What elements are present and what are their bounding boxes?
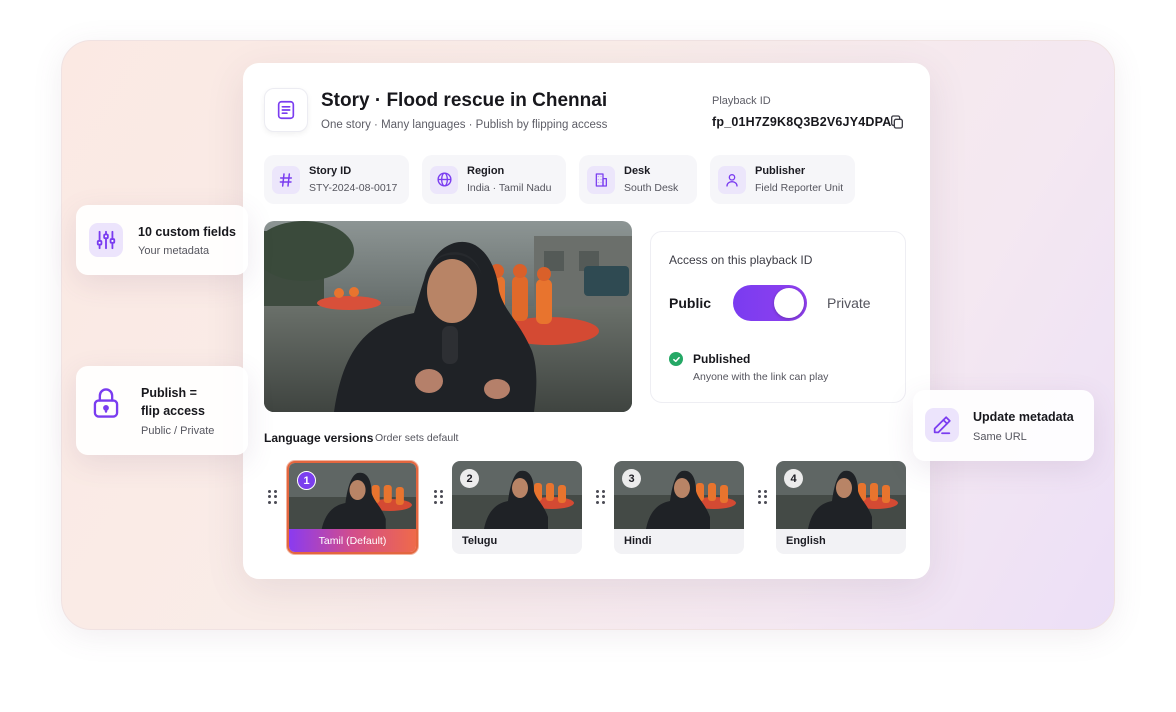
access-title: Access on this playback ID — [669, 253, 813, 267]
callout-title: Publish = — [141, 386, 197, 400]
meta-story-id: Story ID STY-2024-08-0017 — [264, 155, 409, 204]
drag-handle-icon[interactable] — [434, 490, 444, 504]
globe-icon — [430, 165, 458, 194]
language-name: Tamil (Default) — [318, 534, 387, 547]
sliders-icon — [89, 223, 123, 257]
user-icon — [718, 165, 746, 194]
toggle-label-private[interactable]: Private — [827, 295, 871, 311]
callout-title: Update metadata — [973, 410, 1074, 424]
language-card-english[interactable]: 4 English — [776, 461, 906, 554]
meta-desk: Desk South Desk — [579, 155, 697, 204]
pencil-icon — [925, 408, 959, 442]
meta-region: Region India · Tamil Nadu — [422, 155, 566, 204]
language-name: Hindi — [624, 535, 652, 547]
language-order-number: 2 — [460, 469, 479, 488]
callout-subtitle: Same URL — [973, 431, 1027, 443]
status-description: Anyone with the link can play — [693, 371, 829, 383]
meta-label: Story ID — [309, 165, 352, 177]
callout-publish: Publish = flip access Public / Private — [76, 366, 248, 455]
callout-subtitle: Your metadata — [138, 245, 210, 257]
meta-publisher: Publisher Field Reporter Unit — [710, 155, 855, 204]
language-card-tamil[interactable]: 1 Tamil (Default) — [287, 461, 418, 554]
meta-label: Desk — [624, 165, 651, 177]
language-order-number: 4 — [784, 469, 803, 488]
meta-label: Publisher — [755, 165, 806, 177]
callout-title-line2: flip access — [141, 404, 205, 418]
callout-update-metadata: Update metadata Same URL — [913, 390, 1094, 461]
building-icon — [587, 165, 615, 194]
language-card-telugu[interactable]: 2 Telugu — [452, 461, 582, 554]
drag-handle-icon[interactable] — [758, 490, 768, 504]
status-title: Published — [693, 352, 751, 366]
hash-icon — [272, 165, 300, 194]
drag-handle-icon[interactable] — [268, 490, 278, 504]
meta-value: Field Reporter Unit — [755, 182, 844, 194]
callout-title: 10 custom fields — [138, 225, 236, 239]
meta-label: Region — [467, 165, 505, 177]
access-toggle[interactable] — [733, 285, 807, 321]
languages-subheading: Order sets default — [375, 432, 459, 444]
playback-id-label: Playback ID — [712, 95, 771, 107]
copy-icon[interactable] — [888, 113, 906, 131]
page-title: Story · Flood rescue in Chennai — [321, 90, 608, 111]
page-subtitle: One story · Many languages · Publish by … — [321, 119, 608, 131]
meta-value: STY-2024-08-0017 — [309, 182, 398, 194]
playback-id-value[interactable]: fp_01H7Z9K8Q3B2V6JY4DPA — [712, 115, 891, 129]
language-default-bar: Tamil (Default) — [289, 529, 416, 552]
language-order-number: 3 — [622, 469, 641, 488]
toggle-knob[interactable] — [774, 288, 804, 318]
callout-custom-fields: 10 custom fields Your metadata — [76, 205, 248, 275]
meta-value: India · Tamil Nadu — [467, 182, 552, 194]
language-name: English — [786, 535, 826, 547]
video-preview[interactable] — [264, 221, 632, 412]
toggle-label-public[interactable]: Public — [669, 295, 711, 311]
language-order-number: 1 — [297, 471, 316, 490]
drag-handle-icon[interactable] — [596, 490, 606, 504]
lock-icon — [89, 386, 123, 420]
check-circle-icon — [669, 352, 683, 366]
meta-value: South Desk — [624, 182, 679, 194]
callout-subtitle: Public / Private — [141, 425, 215, 437]
language-name: Telugu — [462, 535, 498, 547]
document-list-icon — [264, 88, 308, 132]
languages-heading: Language versions — [264, 431, 374, 445]
language-card-hindi[interactable]: 3 Hindi — [614, 461, 744, 554]
